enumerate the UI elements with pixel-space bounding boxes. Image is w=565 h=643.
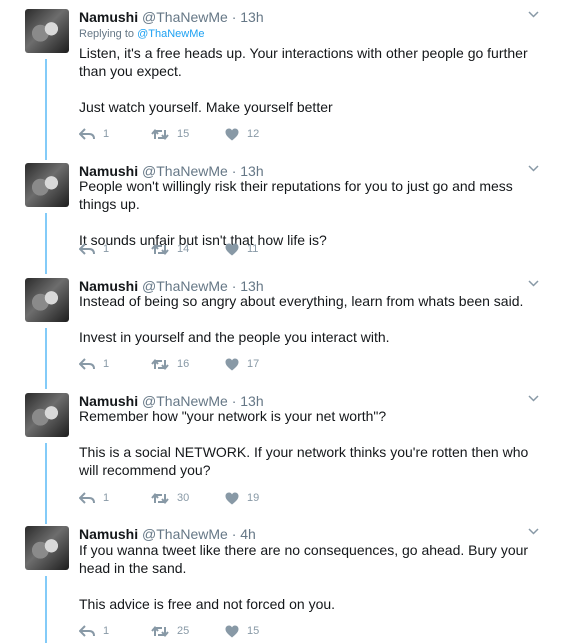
- like-button[interactable]: 12: [225, 127, 259, 141]
- like-count: 19: [247, 492, 260, 504]
- avatar[interactable]: [25, 278, 69, 322]
- heart-icon: [225, 492, 239, 505]
- retweet-icon: [151, 492, 169, 505]
- like-button[interactable]: 17: [225, 357, 259, 371]
- tweet[interactable]: Namushi @ThaNewMe · 4h If you wanna twee…: [0, 526, 565, 643]
- tweet-paragraph: This advice is free and not forced on yo…: [79, 596, 336, 612]
- like-count: 15: [247, 625, 260, 637]
- chevron-down-icon[interactable]: [528, 165, 539, 174]
- timestamp[interactable]: 13h: [240, 9, 263, 25]
- retweet-count: 30: [177, 492, 190, 504]
- replying-to-link[interactable]: @ThaNewMe: [137, 28, 204, 40]
- like-count: 12: [247, 128, 260, 140]
- replying-to: Replying to @ThaNewMe: [79, 28, 205, 40]
- retweet-count: 14: [177, 243, 190, 255]
- heart-icon: [225, 243, 239, 256]
- retweet-button[interactable]: 14: [151, 242, 189, 256]
- avatar[interactable]: [25, 163, 69, 207]
- tweet-text: Instead of being so angry about everythi…: [79, 292, 539, 346]
- display-name[interactable]: Namushi: [79, 526, 138, 542]
- retweet-icon: [151, 243, 169, 256]
- retweet-icon: [151, 128, 169, 141]
- retweet-count: 16: [177, 358, 190, 370]
- tweet-paragraph: Invest in yourself and the people you in…: [79, 329, 390, 345]
- retweet-button[interactable]: 25: [151, 624, 189, 638]
- tweet-paragraph: Remember how "your network is your net w…: [79, 408, 387, 424]
- avatar[interactable]: [25, 393, 69, 437]
- tweet-paragraph: Listen, it's a free heads up. Your inter…: [79, 45, 528, 79]
- tweet[interactable]: Namushi @ThaNewMe · 13h Remember how "yo…: [0, 393, 565, 524]
- user-handle[interactable]: @ThaNewMe: [142, 9, 228, 25]
- thread-line: [45, 576, 47, 643]
- reply-count: 1: [103, 358, 110, 370]
- tweet[interactable]: Namushi @ThaNewMe · 13h Instead of being…: [0, 278, 565, 389]
- tweet-paragraph: People won't willingly risk their reputa…: [79, 178, 513, 212]
- thread-line: [45, 328, 47, 389]
- thread-line: [45, 443, 47, 524]
- like-button[interactable]: 15: [225, 624, 259, 638]
- reply-icon: [79, 492, 95, 504]
- timestamp[interactable]: 4h: [240, 526, 256, 542]
- tweet-paragraph: Instead of being so angry about everythi…: [79, 293, 524, 309]
- chevron-down-icon[interactable]: [528, 528, 539, 537]
- retweet-button[interactable]: 30: [151, 491, 189, 505]
- separator-dot: ·: [231, 9, 237, 25]
- retweet-count: 25: [177, 625, 190, 637]
- like-count: 11: [247, 243, 259, 255]
- tweet-text: Remember how "your network is your net w…: [79, 407, 539, 479]
- retweet-count: 15: [177, 128, 190, 140]
- reply-button[interactable]: 1: [79, 624, 109, 638]
- like-count: 17: [247, 358, 260, 370]
- user-handle[interactable]: @ThaNewMe: [142, 526, 228, 542]
- avatar[interactable]: [25, 9, 69, 53]
- heart-icon: [225, 625, 239, 638]
- reply-icon: [79, 128, 95, 140]
- reply-button[interactable]: 1: [79, 491, 109, 505]
- separator-dot: ·: [231, 526, 237, 542]
- chevron-down-icon[interactable]: [528, 395, 539, 404]
- chevron-down-icon[interactable]: [528, 280, 539, 289]
- heart-icon: [225, 358, 239, 371]
- reply-button[interactable]: 1: [79, 242, 109, 256]
- retweet-button[interactable]: 15: [151, 127, 189, 141]
- tweet-text: People won't willingly risk their reputa…: [79, 177, 539, 249]
- tweet[interactable]: Namushi @ThaNewMe · 13h People won't wil…: [0, 163, 565, 274]
- thread-line: [45, 213, 47, 274]
- reply-count: 1: [103, 492, 110, 504]
- reply-button[interactable]: 1: [79, 357, 109, 371]
- reply-count: 1: [103, 625, 110, 637]
- reply-count: 1: [103, 243, 110, 255]
- tweet-paragraph: If you wanna tweet like there are no con…: [79, 542, 529, 576]
- reply-icon: [79, 358, 95, 370]
- tweet-paragraph: This is a social NETWORK. If your networ…: [79, 444, 529, 478]
- reply-count: 1: [103, 128, 110, 140]
- heart-icon: [225, 128, 239, 141]
- avatar[interactable]: [25, 526, 69, 570]
- tweet-text: Listen, it's a free heads up. Your inter…: [79, 44, 539, 116]
- like-button[interactable]: 19: [225, 491, 259, 505]
- tweet-paragraph: It sounds unfair but isn't that how life…: [79, 232, 327, 248]
- tweet-header: Namushi @ThaNewMe · 13h: [79, 8, 264, 26]
- like-button[interactable]: 11: [225, 242, 258, 256]
- tweet-text: If you wanna tweet like there are no con…: [79, 541, 539, 613]
- thread-line: [45, 59, 47, 160]
- retweet-icon: [151, 358, 169, 371]
- reply-icon: [79, 625, 95, 637]
- retweet-icon: [151, 625, 169, 638]
- tweet-paragraph: Just watch yourself. Make yourself bette…: [79, 99, 333, 115]
- replying-to-label: Replying to: [79, 28, 135, 40]
- reply-icon: [79, 243, 95, 255]
- tweet[interactable]: Namushi @ThaNewMe · 13h Replying to @Tha…: [0, 8, 565, 160]
- retweet-button[interactable]: 16: [151, 357, 189, 371]
- reply-button[interactable]: 1: [79, 127, 109, 141]
- chevron-down-icon[interactable]: [528, 11, 539, 20]
- display-name[interactable]: Namushi: [79, 9, 138, 25]
